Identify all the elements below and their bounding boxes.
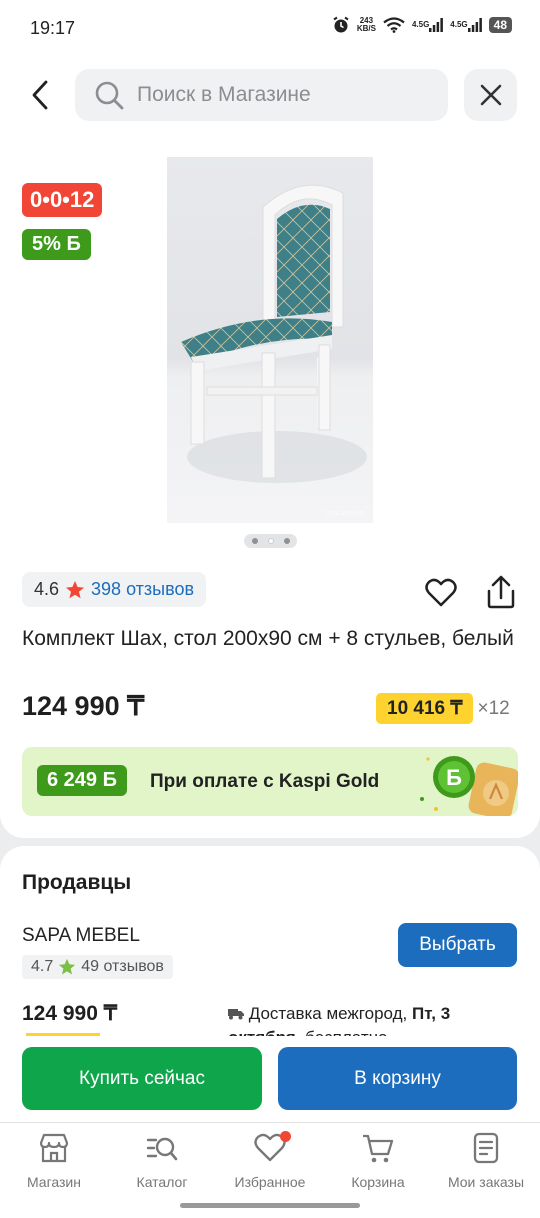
notification-dot [280, 1131, 291, 1142]
reviews-link[interactable]: 398 отзывов [91, 579, 194, 600]
close-search-button[interactable] [464, 69, 517, 121]
orders-icon [473, 1132, 499, 1164]
product-price: 124 990 ₸ [22, 691, 145, 721]
home-indicator[interactable] [180, 1203, 360, 1208]
buy-now-button[interactable]: Купить сейчас [22, 1047, 262, 1110]
catalog-icon [146, 1137, 178, 1161]
product-card: 0•0•12 5% Б 27.09.2024 13:05 4.6 398 отз… [0, 136, 540, 838]
product-photo[interactable]: 27.09.2024 13:05 [167, 157, 373, 523]
star-icon [59, 958, 76, 975]
battery-indicator: 48 [488, 17, 512, 33]
delivery-day: Пт, [411, 1004, 436, 1023]
pager-dot[interactable] [283, 538, 290, 544]
close-icon [480, 84, 501, 106]
rating-value: 4.6 [34, 579, 60, 599]
tab-favorites[interactable]: Избранное [216, 1131, 324, 1190]
alarm-icon [332, 16, 350, 34]
tab-label: Мои заказы [447, 1174, 525, 1190]
search-icon [95, 81, 124, 110]
image-pager[interactable] [244, 534, 297, 548]
tab-catalog[interactable]: Каталог [108, 1131, 216, 1190]
share-button[interactable] [484, 574, 518, 610]
status-icons: 243 KB/S 4.5G 4.5G 48 [332, 16, 512, 34]
tab-cart[interactable]: Корзина [324, 1131, 432, 1190]
wifi-icon [383, 17, 405, 33]
delivery-prefix: Доставка межгород, [248, 1004, 408, 1023]
installment-badge: 0•0•12 [22, 183, 103, 217]
pager-dot[interactable] [251, 538, 258, 544]
tab-label: Магазин [26, 1174, 81, 1190]
star-icon [66, 580, 85, 598]
status-time: 19:17 [30, 18, 76, 38]
seller-name[interactable]: SAPA MEBEL [22, 925, 140, 947]
back-button[interactable] [26, 78, 56, 112]
kaspi-bonus-illustration: Б [420, 756, 518, 816]
kaspi-gold-banner[interactable]: 6 249 Б При оплате с Kaspi Gold Б [22, 747, 518, 816]
svg-text:Б: Б [446, 765, 462, 790]
search-placeholder: Поиск в Магазине [137, 83, 311, 106]
status-bar: 19:17 243 KB/S 4.5G 4.5G 48 [0, 0, 540, 58]
rating-pill[interactable]: 4.6 398 отзывов [22, 572, 207, 607]
network-speed: 243 KB/S [356, 16, 376, 33]
tab-store[interactable]: Магазин [0, 1131, 108, 1190]
truck-icon [228, 1009, 244, 1020]
heart-icon [425, 578, 457, 607]
cart-icon [363, 1134, 394, 1163]
seller-rating-value: 4.7 [31, 958, 54, 975]
product-title: Комплект Шах, стол 200x90 см + 8 стульев… [22, 627, 514, 650]
bottom-actions: Купить сейчас В корзину [0, 1036, 540, 1122]
tab-label: Каталог [136, 1174, 188, 1190]
favorite-button[interactable] [424, 577, 458, 609]
signal-icon-sim2: 4.5G [450, 18, 482, 32]
seller-price: 124 990 ₸ [22, 1002, 118, 1025]
add-to-cart-button[interactable]: В корзину [278, 1047, 517, 1110]
installment-amount: 10 416 ₸ [376, 693, 474, 724]
search-input[interactable]: Поиск в Магазине [75, 69, 448, 121]
pager-dot-active[interactable] [267, 538, 274, 544]
choose-seller-button[interactable]: Выбрать [398, 923, 517, 967]
kaspi-gold-text: При оплате с Kaspi Gold [150, 771, 380, 792]
chevron-left-icon [32, 80, 48, 110]
store-icon [39, 1133, 69, 1163]
seller-rating[interactable]: 4.7 49 отзывов [22, 955, 173, 979]
bonus-badge: 5% Б [22, 229, 91, 260]
signal-icon-sim1: 4.5G [412, 18, 444, 32]
tab-label: Корзина [351, 1174, 405, 1190]
sellers-title: Продавцы [22, 871, 132, 894]
photo-timestamp: 27.09.2024 13:05 [326, 511, 365, 517]
chair-image [167, 157, 373, 523]
top-bar: Поиск в Магазине [0, 58, 540, 136]
share-icon [487, 575, 515, 609]
kaspi-bonus-amount: 6 249 Б [37, 765, 127, 796]
installment-info: 10 416 ₸ ×12 [376, 693, 510, 724]
tab-label: Избранное [234, 1174, 306, 1190]
installment-multiplier: ×12 [477, 697, 510, 719]
tab-orders[interactable]: Мои заказы [432, 1131, 540, 1190]
seller-reviews: 49 отзывов [81, 958, 164, 975]
